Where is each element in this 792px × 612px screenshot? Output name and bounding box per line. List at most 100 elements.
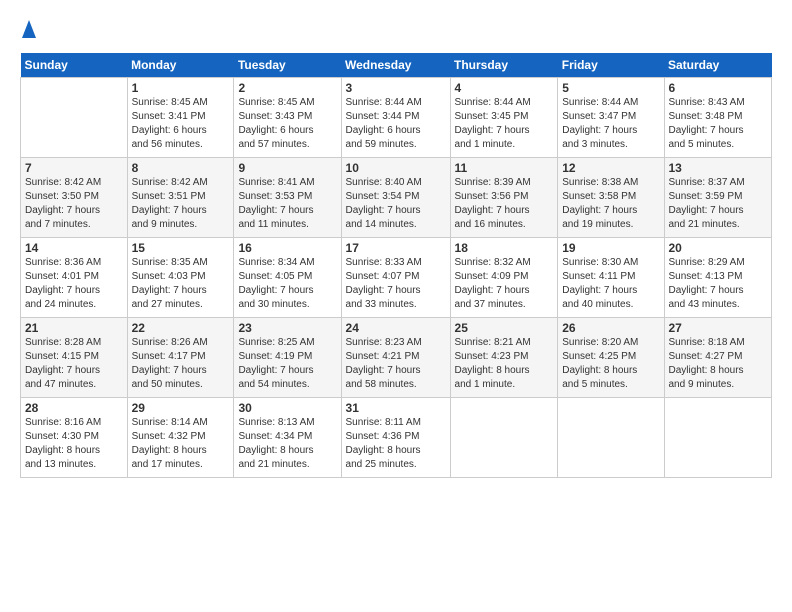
day-number: 6 <box>669 81 768 95</box>
day-number: 5 <box>562 81 659 95</box>
day-info: Sunrise: 8:33 AM Sunset: 4:07 PM Dayligh… <box>346 256 446 312</box>
day-info: Sunrise: 8:45 AM Sunset: 3:43 PM Dayligh… <box>238 96 336 152</box>
day-number: 31 <box>346 401 446 415</box>
calendar-cell: 30Sunrise: 8:13 AM Sunset: 4:34 PM Dayli… <box>234 398 341 478</box>
day-info: Sunrise: 8:29 AM Sunset: 4:13 PM Dayligh… <box>669 256 768 312</box>
calendar-cell: 13Sunrise: 8:37 AM Sunset: 3:59 PM Dayli… <box>664 158 772 238</box>
calendar-cell: 16Sunrise: 8:34 AM Sunset: 4:05 PM Dayli… <box>234 238 341 318</box>
logo-triangle-icon <box>22 20 36 43</box>
day-number: 26 <box>562 321 659 335</box>
calendar-cell: 21Sunrise: 8:28 AM Sunset: 4:15 PM Dayli… <box>21 318 128 398</box>
weekday-header-monday: Monday <box>127 53 234 78</box>
day-number: 4 <box>455 81 554 95</box>
calendar-cell <box>664 398 772 478</box>
calendar-cell: 24Sunrise: 8:23 AM Sunset: 4:21 PM Dayli… <box>341 318 450 398</box>
day-info: Sunrise: 8:43 AM Sunset: 3:48 PM Dayligh… <box>669 96 768 152</box>
day-number: 16 <box>238 241 336 255</box>
calendar-cell: 2Sunrise: 8:45 AM Sunset: 3:43 PM Daylig… <box>234 78 341 158</box>
day-info: Sunrise: 8:41 AM Sunset: 3:53 PM Dayligh… <box>238 176 336 232</box>
calendar-cell <box>558 398 664 478</box>
day-info: Sunrise: 8:44 AM Sunset: 3:45 PM Dayligh… <box>455 96 554 152</box>
day-number: 8 <box>132 161 230 175</box>
day-number: 7 <box>25 161 123 175</box>
day-number: 28 <box>25 401 123 415</box>
calendar-cell: 6Sunrise: 8:43 AM Sunset: 3:48 PM Daylig… <box>664 78 772 158</box>
day-info: Sunrise: 8:18 AM Sunset: 4:27 PM Dayligh… <box>669 336 768 392</box>
day-info: Sunrise: 8:20 AM Sunset: 4:25 PM Dayligh… <box>562 336 659 392</box>
day-number: 27 <box>669 321 768 335</box>
day-number: 1 <box>132 81 230 95</box>
day-info: Sunrise: 8:42 AM Sunset: 3:51 PM Dayligh… <box>132 176 230 232</box>
day-info: Sunrise: 8:44 AM Sunset: 3:47 PM Dayligh… <box>562 96 659 152</box>
day-info: Sunrise: 8:26 AM Sunset: 4:17 PM Dayligh… <box>132 336 230 392</box>
logo <box>20 18 36 43</box>
calendar-cell: 29Sunrise: 8:14 AM Sunset: 4:32 PM Dayli… <box>127 398 234 478</box>
day-number: 2 <box>238 81 336 95</box>
page: SundayMondayTuesdayWednesdayThursdayFrid… <box>0 0 792 612</box>
day-number: 18 <box>455 241 554 255</box>
calendar-cell: 9Sunrise: 8:41 AM Sunset: 3:53 PM Daylig… <box>234 158 341 238</box>
calendar-table: SundayMondayTuesdayWednesdayThursdayFrid… <box>20 53 772 478</box>
calendar-cell: 22Sunrise: 8:26 AM Sunset: 4:17 PM Dayli… <box>127 318 234 398</box>
weekday-header-thursday: Thursday <box>450 53 558 78</box>
day-info: Sunrise: 8:13 AM Sunset: 4:34 PM Dayligh… <box>238 416 336 472</box>
calendar-cell: 25Sunrise: 8:21 AM Sunset: 4:23 PM Dayli… <box>450 318 558 398</box>
week-row-1: 1Sunrise: 8:45 AM Sunset: 3:41 PM Daylig… <box>21 78 772 158</box>
calendar-cell: 12Sunrise: 8:38 AM Sunset: 3:58 PM Dayli… <box>558 158 664 238</box>
day-info: Sunrise: 8:23 AM Sunset: 4:21 PM Dayligh… <box>346 336 446 392</box>
weekday-header-wednesday: Wednesday <box>341 53 450 78</box>
day-number: 21 <box>25 321 123 335</box>
calendar-cell: 1Sunrise: 8:45 AM Sunset: 3:41 PM Daylig… <box>127 78 234 158</box>
calendar-cell: 20Sunrise: 8:29 AM Sunset: 4:13 PM Dayli… <box>664 238 772 318</box>
calendar-cell: 7Sunrise: 8:42 AM Sunset: 3:50 PM Daylig… <box>21 158 128 238</box>
day-info: Sunrise: 8:45 AM Sunset: 3:41 PM Dayligh… <box>132 96 230 152</box>
calendar-cell: 26Sunrise: 8:20 AM Sunset: 4:25 PM Dayli… <box>558 318 664 398</box>
day-info: Sunrise: 8:35 AM Sunset: 4:03 PM Dayligh… <box>132 256 230 312</box>
calendar-cell: 31Sunrise: 8:11 AM Sunset: 4:36 PM Dayli… <box>341 398 450 478</box>
day-info: Sunrise: 8:30 AM Sunset: 4:11 PM Dayligh… <box>562 256 659 312</box>
day-number: 29 <box>132 401 230 415</box>
day-info: Sunrise: 8:28 AM Sunset: 4:15 PM Dayligh… <box>25 336 123 392</box>
calendar-cell: 10Sunrise: 8:40 AM Sunset: 3:54 PM Dayli… <box>341 158 450 238</box>
day-number: 17 <box>346 241 446 255</box>
week-row-4: 21Sunrise: 8:28 AM Sunset: 4:15 PM Dayli… <box>21 318 772 398</box>
day-number: 13 <box>669 161 768 175</box>
day-number: 12 <box>562 161 659 175</box>
day-number: 24 <box>346 321 446 335</box>
day-number: 10 <box>346 161 446 175</box>
day-info: Sunrise: 8:37 AM Sunset: 3:59 PM Dayligh… <box>669 176 768 232</box>
weekday-header-saturday: Saturday <box>664 53 772 78</box>
day-number: 15 <box>132 241 230 255</box>
day-number: 23 <box>238 321 336 335</box>
day-info: Sunrise: 8:11 AM Sunset: 4:36 PM Dayligh… <box>346 416 446 472</box>
day-number: 25 <box>455 321 554 335</box>
calendar-cell: 17Sunrise: 8:33 AM Sunset: 4:07 PM Dayli… <box>341 238 450 318</box>
calendar-cell: 15Sunrise: 8:35 AM Sunset: 4:03 PM Dayli… <box>127 238 234 318</box>
calendar-cell: 19Sunrise: 8:30 AM Sunset: 4:11 PM Dayli… <box>558 238 664 318</box>
day-number: 9 <box>238 161 336 175</box>
header <box>20 18 772 43</box>
day-info: Sunrise: 8:36 AM Sunset: 4:01 PM Dayligh… <box>25 256 123 312</box>
calendar-cell <box>21 78 128 158</box>
calendar-cell <box>450 398 558 478</box>
day-info: Sunrise: 8:40 AM Sunset: 3:54 PM Dayligh… <box>346 176 446 232</box>
day-info: Sunrise: 8:42 AM Sunset: 3:50 PM Dayligh… <box>25 176 123 232</box>
week-row-5: 28Sunrise: 8:16 AM Sunset: 4:30 PM Dayli… <box>21 398 772 478</box>
calendar-cell: 5Sunrise: 8:44 AM Sunset: 3:47 PM Daylig… <box>558 78 664 158</box>
day-info: Sunrise: 8:34 AM Sunset: 4:05 PM Dayligh… <box>238 256 336 312</box>
weekday-header-row: SundayMondayTuesdayWednesdayThursdayFrid… <box>21 53 772 78</box>
day-info: Sunrise: 8:39 AM Sunset: 3:56 PM Dayligh… <box>455 176 554 232</box>
week-row-2: 7Sunrise: 8:42 AM Sunset: 3:50 PM Daylig… <box>21 158 772 238</box>
day-info: Sunrise: 8:16 AM Sunset: 4:30 PM Dayligh… <box>25 416 123 472</box>
weekday-header-tuesday: Tuesday <box>234 53 341 78</box>
day-info: Sunrise: 8:14 AM Sunset: 4:32 PM Dayligh… <box>132 416 230 472</box>
calendar-cell: 28Sunrise: 8:16 AM Sunset: 4:30 PM Dayli… <box>21 398 128 478</box>
calendar-cell: 4Sunrise: 8:44 AM Sunset: 3:45 PM Daylig… <box>450 78 558 158</box>
day-number: 19 <box>562 241 659 255</box>
calendar-cell: 8Sunrise: 8:42 AM Sunset: 3:51 PM Daylig… <box>127 158 234 238</box>
weekday-header-sunday: Sunday <box>21 53 128 78</box>
day-number: 30 <box>238 401 336 415</box>
day-number: 11 <box>455 161 554 175</box>
calendar-cell: 14Sunrise: 8:36 AM Sunset: 4:01 PM Dayli… <box>21 238 128 318</box>
weekday-header-friday: Friday <box>558 53 664 78</box>
